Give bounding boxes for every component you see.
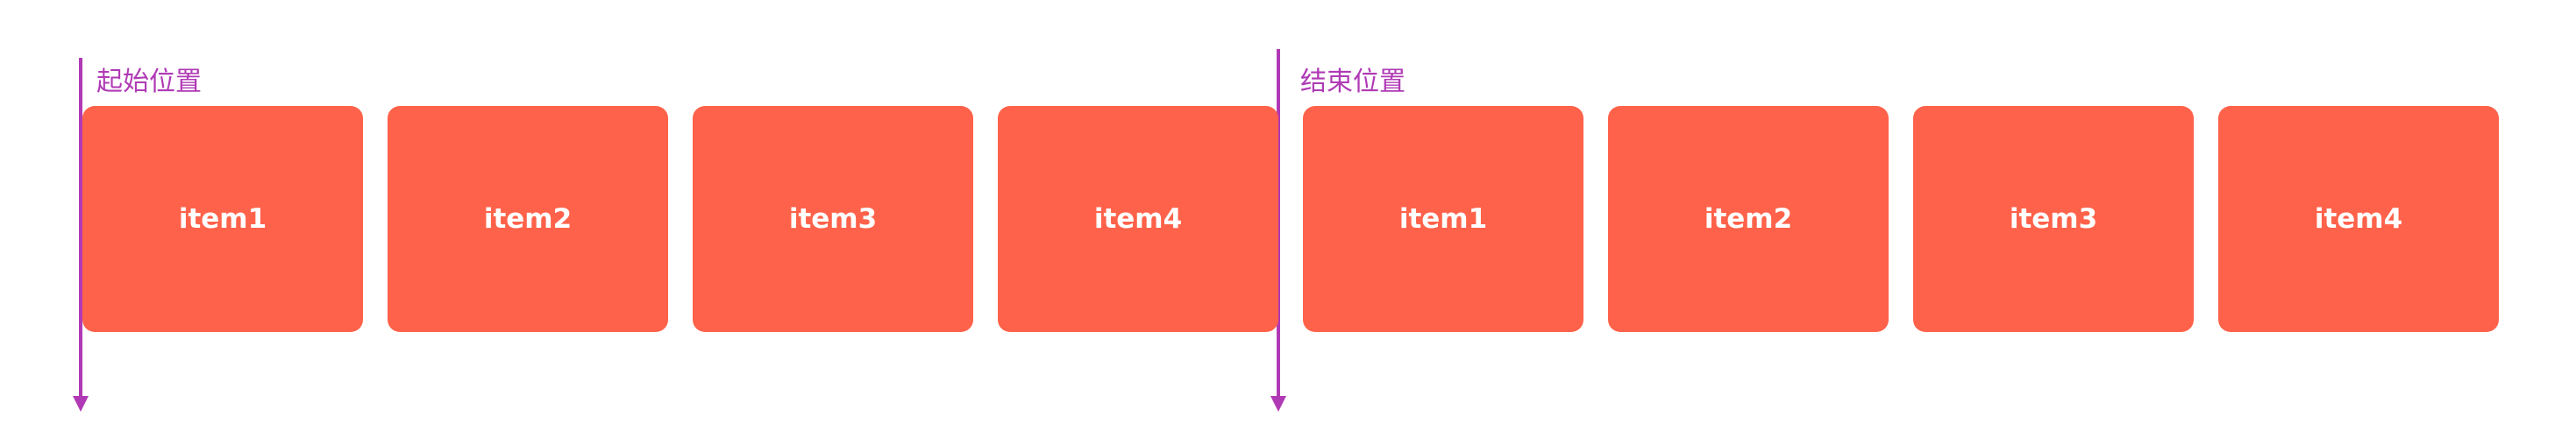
item-box-7: item3 xyxy=(1913,106,2194,332)
item-box-3: item3 xyxy=(693,106,973,332)
item-box-8: item4 xyxy=(2218,106,2499,332)
item-box-5: item1 xyxy=(1303,106,1583,332)
end-position-arrow xyxy=(1270,396,1286,412)
item-box-2: item2 xyxy=(388,106,668,332)
item-box-6: item2 xyxy=(1608,106,1889,332)
end-position-label: 结束位置 xyxy=(1300,67,1405,97)
item-box-1: item1 xyxy=(82,106,363,332)
start-position-label: 起始位置 xyxy=(96,67,202,97)
item-box-4: item4 xyxy=(998,106,1278,332)
start-position-arrow xyxy=(73,396,89,412)
